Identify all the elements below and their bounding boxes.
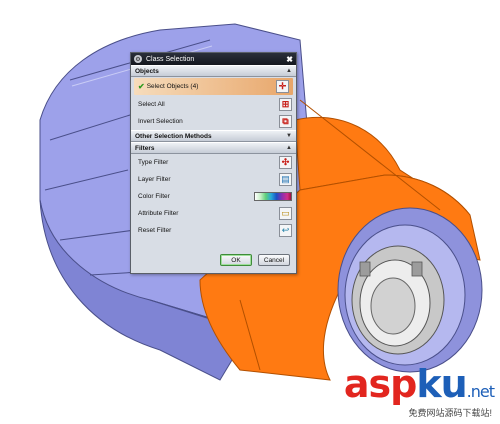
select-all-label: Select All bbox=[138, 101, 165, 108]
ok-button[interactable]: OK bbox=[220, 254, 252, 266]
type-filter-label: Type Filter bbox=[138, 159, 169, 166]
select-all-row[interactable]: Select All ⊞ bbox=[131, 96, 296, 113]
site-watermark: aspku.net 免费网站源码下载站! bbox=[343, 362, 495, 418]
reset-filter-label: Reset Filter bbox=[138, 227, 172, 234]
attribute-filter-label: Attribute Filter bbox=[138, 210, 179, 217]
section-filters-label: Filters bbox=[135, 144, 155, 152]
select-all-icon[interactable]: ⊞ bbox=[279, 98, 292, 111]
type-filter-row[interactable]: Type Filter ✣ bbox=[131, 154, 296, 171]
section-objects-label: Objects bbox=[135, 67, 159, 75]
section-other-methods-label: Other Selection Methods bbox=[135, 132, 212, 140]
cancel-button[interactable]: Cancel bbox=[258, 254, 290, 266]
layer-filter-row[interactable]: Layer Filter ▤ bbox=[131, 171, 296, 188]
dialog-title: Class Selection bbox=[146, 55, 195, 63]
select-objects-row[interactable]: ✔ Select Objects (4) ✛ bbox=[134, 78, 293, 95]
color-filter-label: Color Filter bbox=[138, 193, 170, 200]
attribute-filter-icon[interactable]: ▭ bbox=[279, 207, 292, 220]
dialog-titlebar[interactable]: ⚙ Class Selection ✖ bbox=[131, 53, 296, 65]
chevron-up-icon[interactable]: ▲ bbox=[286, 145, 292, 151]
section-objects-header[interactable]: Objects ▲ bbox=[131, 65, 296, 77]
reset-filter-icon[interactable]: ↩ bbox=[279, 224, 292, 237]
checkmark-icon: ✔ bbox=[138, 82, 145, 91]
invert-selection-icon[interactable]: ⧉ bbox=[279, 115, 292, 128]
layer-filter-label: Layer Filter bbox=[138, 176, 171, 183]
watermark-net: .net bbox=[466, 382, 495, 401]
chevron-down-icon[interactable]: ▼ bbox=[286, 133, 292, 139]
section-filters-header[interactable]: Filters ▲ bbox=[131, 142, 296, 154]
layer-filter-icon[interactable]: ▤ bbox=[279, 173, 292, 186]
invert-selection-label: Invert Selection bbox=[138, 118, 183, 125]
watermark-logo: aspku.net bbox=[343, 362, 495, 406]
color-filter-row[interactable]: Color Filter bbox=[131, 188, 296, 205]
class-selection-dialog: ⚙ Class Selection ✖ Objects ▲ ✔ Select O… bbox=[130, 52, 297, 274]
color-filter-swatch[interactable] bbox=[254, 192, 292, 201]
gear-icon[interactable]: ⚙ bbox=[134, 55, 142, 63]
watermark-asp: asp bbox=[343, 362, 417, 406]
reset-filter-row[interactable]: Reset Filter ↩ bbox=[131, 222, 296, 239]
close-icon[interactable]: ✖ bbox=[286, 55, 293, 64]
attribute-filter-row[interactable]: Attribute Filter ▭ bbox=[131, 205, 296, 222]
watermark-tagline: 免费网站源码下载站! bbox=[408, 408, 492, 418]
type-filter-icon[interactable]: ✣ bbox=[279, 156, 292, 169]
select-objects-icon[interactable]: ✛ bbox=[276, 80, 289, 93]
select-objects-label: Select Objects (4) bbox=[146, 83, 199, 90]
dialog-buttons: OK Cancel bbox=[220, 254, 290, 266]
chevron-up-icon[interactable]: ▲ bbox=[286, 68, 292, 74]
watermark-ku: ku bbox=[416, 362, 467, 406]
section-other-methods-header[interactable]: Other Selection Methods ▼ bbox=[131, 130, 296, 142]
invert-selection-row[interactable]: Invert Selection ⧉ bbox=[131, 113, 296, 130]
